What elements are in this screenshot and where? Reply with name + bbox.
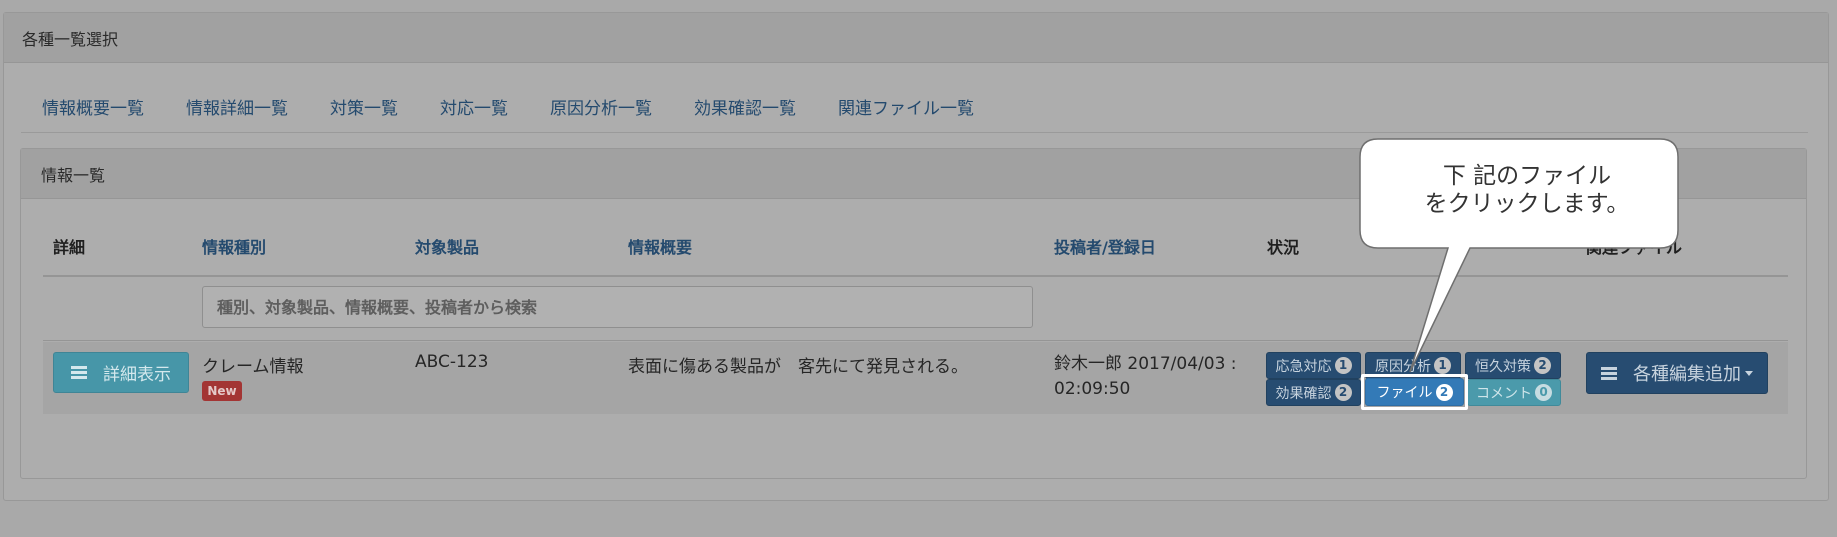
callout-line-2: をクリックします。 [1424, 191, 1630, 217]
status-emergency-response-button[interactable]: 応急対応 1 [1266, 352, 1361, 379]
tab-info-summary-list[interactable]: 情報概要一覧 [21, 94, 165, 119]
cell-summary: 表面に傷ある製品が 客先にて発見される。 [628, 357, 968, 377]
status-emergency-response-label: 応急対応 [1275, 358, 1332, 375]
tab-cause-analysis-list[interactable]: 原因分析一覧 [529, 94, 673, 119]
status-emergency-response-count: 1 [1334, 357, 1352, 374]
column-header-detail: 詳細 [53, 238, 86, 257]
column-header-poster-date[interactable]: 投稿者/登録日 [1054, 234, 1156, 258]
cell-poster-date: 鈴木一郎 2017/04/03 : 02:09:50 [1054, 352, 1237, 402]
outer-panel-heading: 各種一覧選択 [4, 13, 1828, 63]
tab-response-list[interactable]: 対応一覧 [419, 94, 529, 119]
list-nav-tabs: 情報概要一覧 情報詳細一覧 対策一覧 対応一覧 原因分析一覧 効果確認一覧 関連… [21, 80, 1808, 133]
caret-down-icon [1745, 370, 1753, 376]
poster-name-date: 鈴木一郎 2017/04/03 : [1054, 354, 1237, 374]
detail-view-button-label: 詳細表示 [103, 365, 171, 385]
cell-info-type: クレーム情報 [202, 357, 304, 377]
status-effect-check-label: 効果確認 [1275, 385, 1332, 402]
tab-countermeasure-list[interactable]: 対策一覧 [309, 94, 419, 119]
tab-info-detail-list[interactable]: 情報詳細一覧 [165, 94, 309, 119]
table-search-input[interactable] [202, 286, 1033, 328]
status-effect-check-count: 2 [1334, 384, 1352, 401]
detail-view-button[interactable]: 詳細表示 [53, 352, 189, 393]
tab-effect-check-list[interactable]: 効果確認一覧 [673, 94, 817, 119]
column-header-status: 状況 [1267, 238, 1300, 257]
column-header-product[interactable]: 対象製品 [415, 234, 479, 258]
column-header-info-type[interactable]: 情報種別 [202, 234, 266, 258]
column-header-summary[interactable]: 情報概要 [628, 234, 692, 258]
new-badge: New [202, 381, 242, 401]
list-icon [71, 366, 87, 379]
callout-line-1: 下 記のファイル [1442, 163, 1612, 189]
callout-text: 下 記のファイル をクリックします。 [1378, 162, 1676, 218]
cell-product: ABC-123 [415, 352, 489, 372]
tab-related-files-list[interactable]: 関連ファイル一覧 [817, 94, 995, 119]
status-effect-check-button[interactable]: 効果確認 2 [1266, 379, 1361, 406]
poster-time: 02:09:50 [1054, 379, 1131, 399]
